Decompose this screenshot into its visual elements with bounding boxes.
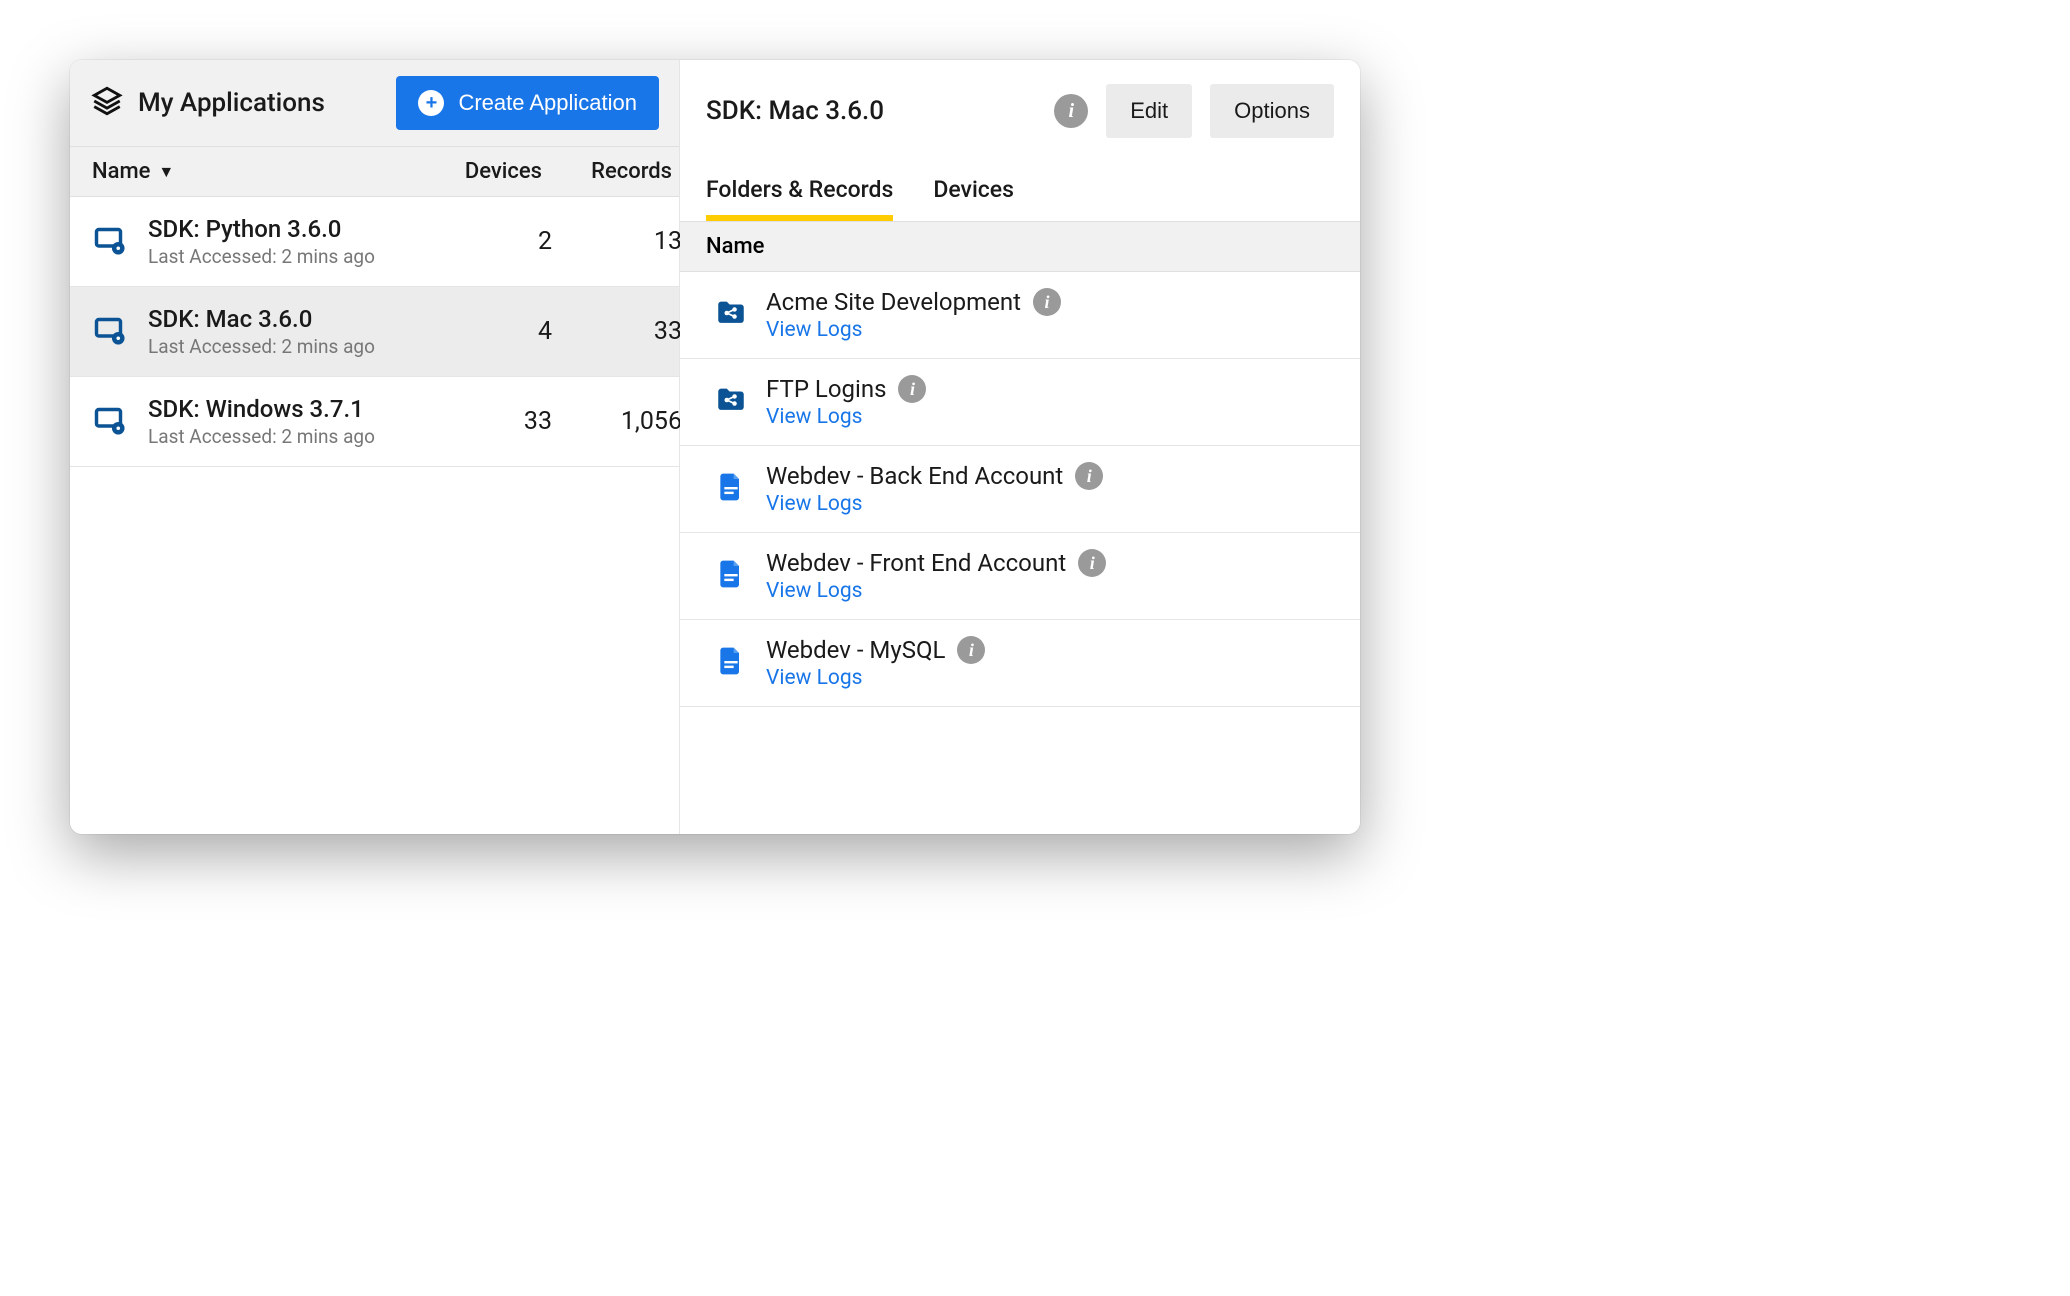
record-name: FTP Logins	[766, 375, 886, 403]
view-logs-link[interactable]: View Logs	[766, 492, 1334, 516]
create-application-label: Create Application	[458, 90, 637, 116]
application-row[interactable]: SDK: Python 3.6.0 Last Accessed: 2 mins …	[70, 197, 679, 287]
record-row[interactable]: FTP Logins i View Logs	[680, 359, 1360, 446]
record-row[interactable]: Webdev - Front End Account i View Logs	[680, 533, 1360, 620]
application-records-count: 13	[562, 227, 682, 256]
detail-header: SDK: Mac 3.6.0 i Edit Options	[680, 60, 1360, 148]
record-name: Acme Site Development	[766, 288, 1021, 316]
column-records-label[interactable]: Records	[552, 159, 672, 184]
application-last-accessed: Last Accessed: 2 mins ago	[148, 245, 422, 268]
application-title: SDK: Mac 3.6.0	[148, 305, 422, 333]
application-records-count: 1,056	[562, 407, 682, 436]
info-icon[interactable]: i	[1078, 549, 1106, 577]
chevron-down-icon: ▼	[158, 162, 174, 182]
record-row[interactable]: Webdev - Back End Account i View Logs	[680, 446, 1360, 533]
stack-icon	[90, 84, 124, 122]
shared-folder-icon	[714, 383, 748, 421]
tab-devices[interactable]: Devices	[933, 176, 1014, 221]
application-row[interactable]: SDK: Windows 3.7.1 Last Accessed: 2 mins…	[70, 377, 679, 467]
edit-button[interactable]: Edit	[1106, 84, 1192, 138]
column-name-sort[interactable]: Name ▼	[92, 159, 412, 184]
applications-column-header: Name ▼ Devices Records	[70, 147, 679, 197]
detail-column-name: Name	[680, 222, 1360, 272]
file-icon	[715, 645, 747, 681]
application-devices-count: 33	[432, 407, 552, 436]
shared-folder-icon	[714, 296, 748, 334]
applications-pane: My Applications + Create Application Nam…	[70, 60, 680, 834]
record-name: Webdev - Front End Account	[766, 549, 1066, 577]
record-row[interactable]: Webdev - MySQL i View Logs	[680, 620, 1360, 707]
application-devices-count: 4	[432, 317, 552, 346]
application-last-accessed: Last Accessed: 2 mins ago	[148, 425, 422, 448]
application-title: SDK: Python 3.6.0	[148, 215, 422, 243]
detail-pane: SDK: Mac 3.6.0 i Edit Options Folders & …	[680, 60, 1360, 834]
info-icon[interactable]: i	[957, 636, 985, 664]
info-icon[interactable]: i	[1033, 288, 1061, 316]
info-icon[interactable]: i	[1054, 94, 1088, 128]
file-icon	[715, 558, 747, 594]
options-button[interactable]: Options	[1210, 84, 1334, 138]
record-row[interactable]: Acme Site Development i View Logs	[680, 272, 1360, 359]
view-logs-link[interactable]: View Logs	[766, 666, 1334, 690]
applications-header: My Applications + Create Application	[70, 60, 679, 147]
detail-tabs: Folders & Records Devices	[680, 148, 1360, 222]
view-logs-link[interactable]: View Logs	[766, 318, 1334, 342]
application-records-count: 33	[562, 317, 682, 346]
info-icon[interactable]: i	[898, 375, 926, 403]
application-devices-count: 2	[432, 227, 552, 256]
application-row[interactable]: SDK: Mac 3.6.0 Last Accessed: 2 mins ago…	[70, 287, 679, 377]
column-devices-label[interactable]: Devices	[422, 159, 542, 184]
tab-folders-records[interactable]: Folders & Records	[706, 176, 893, 221]
record-name: Webdev - MySQL	[766, 636, 945, 664]
applications-title-wrap: My Applications	[90, 84, 325, 122]
application-title: SDK: Windows 3.7.1	[148, 395, 422, 423]
file-icon	[715, 471, 747, 507]
view-logs-link[interactable]: View Logs	[766, 405, 1334, 429]
applications-title: My Applications	[138, 88, 325, 118]
detail-title: SDK: Mac 3.6.0	[706, 96, 884, 126]
application-last-accessed: Last Accessed: 2 mins ago	[148, 335, 422, 358]
plus-icon: +	[418, 90, 444, 116]
device-gear-icon	[92, 312, 128, 352]
app-window: My Applications + Create Application Nam…	[70, 60, 1360, 834]
device-gear-icon	[92, 402, 128, 442]
record-name: Webdev - Back End Account	[766, 462, 1063, 490]
device-gear-icon	[92, 222, 128, 262]
column-name-label: Name	[92, 159, 150, 184]
info-icon[interactable]: i	[1075, 462, 1103, 490]
view-logs-link[interactable]: View Logs	[766, 579, 1334, 603]
create-application-button[interactable]: + Create Application	[396, 76, 659, 130]
